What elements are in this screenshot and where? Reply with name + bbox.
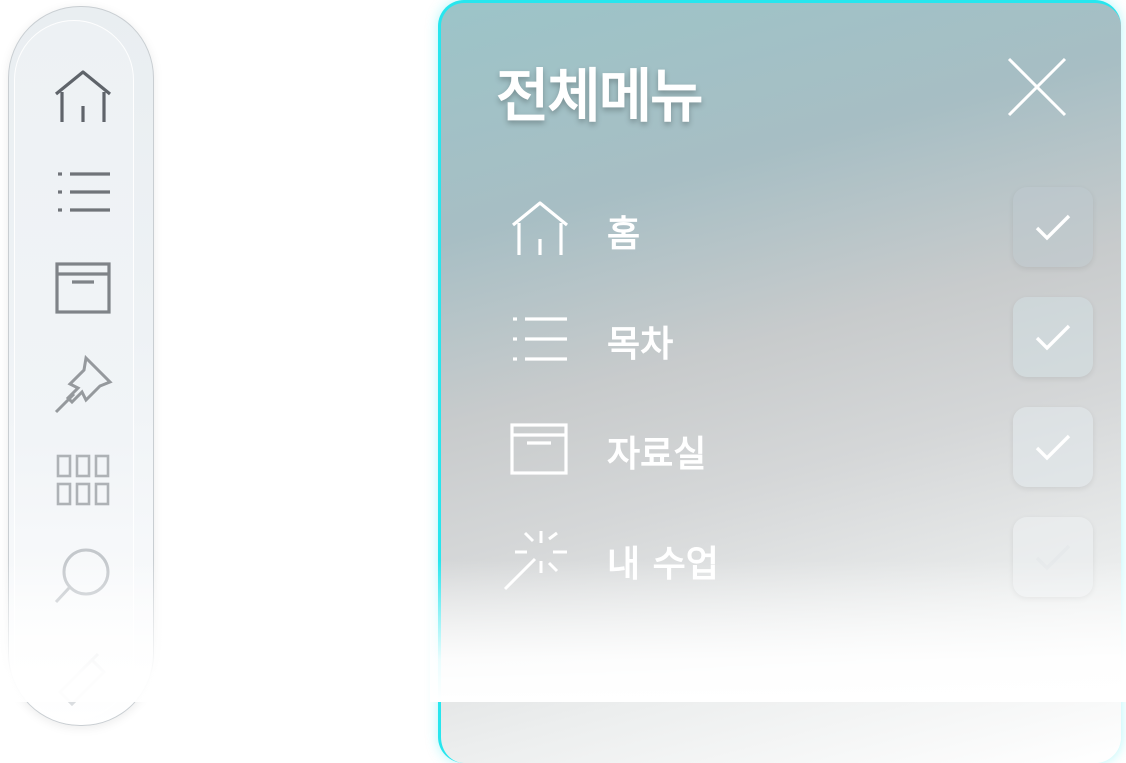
close-button[interactable] [1005,55,1069,119]
pencil-icon [57,652,107,707]
list-icon [58,172,110,212]
menu-item-my-class[interactable]: 내 수업 [503,515,1093,599]
sidebar-item-pencil[interactable] [50,640,116,707]
archive-icon [55,262,111,314]
check-icon [1035,324,1071,351]
list-icon [509,307,571,369]
close-icon [1007,57,1067,117]
full-menu-panel: 전체메뉴 홈 목차 자료실 내 수업 [438,0,1121,763]
menu-item-home[interactable]: 홈 [509,185,1093,269]
sidebar-item-pin[interactable] [50,352,116,418]
menu-item-label: 자료실 [607,434,707,475]
menu-item-label: 홈 [607,214,641,255]
check-icon [1035,214,1071,241]
magic-wand-icon [503,527,571,591]
grid-icon [56,454,110,506]
check-icon [1035,544,1071,571]
sidebar-item-home[interactable] [50,64,116,130]
check-icon [1035,434,1071,461]
archive-icon [509,417,571,479]
menu-item-archive[interactable]: 자료실 [509,405,1093,489]
menu-item-label: 목차 [607,324,674,365]
home-icon [509,197,571,259]
menu-item-toggle[interactable] [1013,297,1093,377]
home-icon [54,70,112,122]
sidebar-item-list[interactable] [50,160,116,226]
sidebar-item-grid[interactable] [50,448,116,514]
sidebar-item-search[interactable] [50,544,116,610]
menu-item-toggle[interactable] [1013,187,1093,267]
menu-item-toggle[interactable] [1013,517,1093,597]
search-icon [54,548,110,604]
pin-icon [54,354,113,414]
menu-item-toggle[interactable] [1013,407,1093,487]
menu-item-label: 내 수업 [607,544,719,585]
panel-title: 전체메뉴 [496,62,703,130]
sidebar-item-archive[interactable] [50,256,116,322]
menu-item-contents[interactable]: 목차 [509,295,1093,379]
